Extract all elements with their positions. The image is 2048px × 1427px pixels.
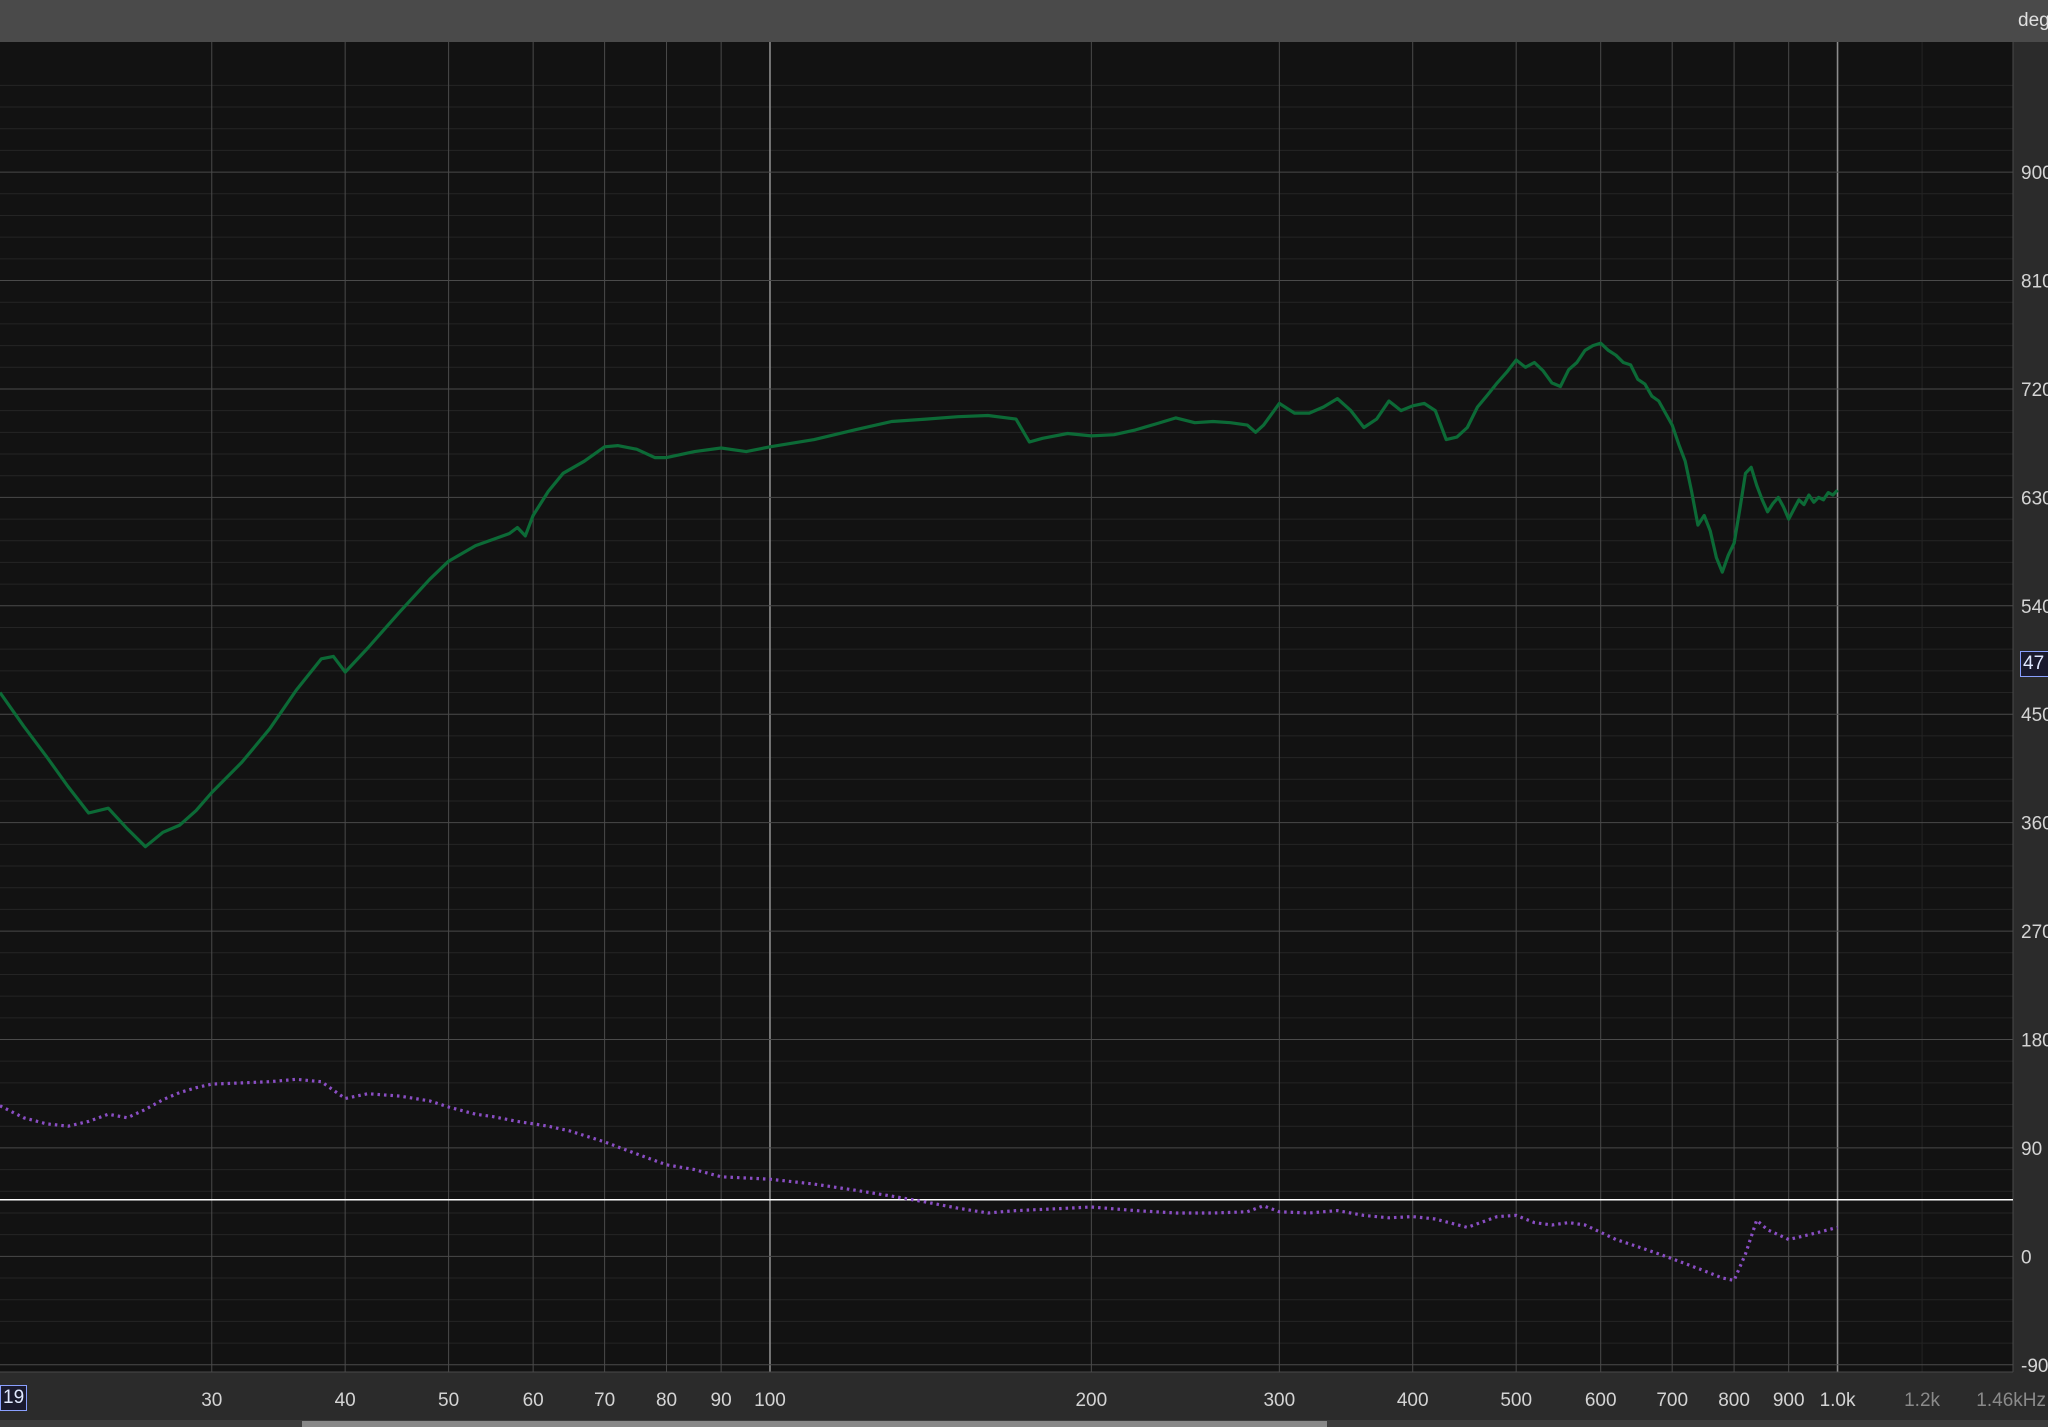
- y-tick-label: 540: [2021, 597, 2048, 618]
- x-tick-label: 100: [754, 1390, 786, 1411]
- y-tick-label: 450: [2021, 705, 2048, 726]
- x-tick-label: 1.46kHz: [1976, 1390, 2046, 1411]
- x-tick-label: 200: [1075, 1390, 1107, 1411]
- x-tick-label: 1.2k: [1904, 1390, 1940, 1411]
- y-tick-label: 0: [2021, 1247, 2032, 1268]
- y-tick-label: 810: [2021, 272, 2048, 293]
- y-tick-label: 360: [2021, 814, 2048, 835]
- y-axis-tick-labels: 900810720630540450360270180900-90: [2021, 163, 2048, 1377]
- frequency-plot[interactable]: 30 40 50 60 70 80 90 100 200 300 400 500 600 700 800 90…: [0, 0, 2048, 1427]
- x-tick-label: 90: [711, 1390, 732, 1411]
- y-tick-label: 180: [2021, 1031, 2048, 1052]
- x-tick-label: 800: [1718, 1390, 1750, 1411]
- y-tick-label: 900: [2021, 163, 2048, 184]
- y-axis-unit-label: deg: [2018, 10, 2048, 31]
- x-tick-label: 40: [335, 1390, 356, 1411]
- y-tick-label: 720: [2021, 380, 2048, 401]
- x-axis-tick-labels: 30 40 50 60 70 80 90 100 200 300 400 500 600 700 800 90…: [201, 1390, 2046, 1411]
- x-tick-label: 400: [1397, 1390, 1429, 1411]
- x-tick-label: 600: [1585, 1390, 1617, 1411]
- y-tick-label: 630: [2021, 488, 2048, 509]
- x-tick-label: 700: [1656, 1390, 1688, 1411]
- x-tick-label: 500: [1500, 1390, 1532, 1411]
- y-tick-label: 90: [2021, 1139, 2042, 1160]
- y-tick-label: 270: [2021, 922, 2048, 943]
- cursor-y-readout: 47: [2020, 651, 2048, 677]
- x-tick-label: 1.0k: [1820, 1390, 1856, 1411]
- x-tick-label: 900: [1773, 1390, 1805, 1411]
- x-tick-label: 80: [656, 1390, 677, 1411]
- x-tick-label: 300: [1263, 1390, 1295, 1411]
- y-tick-label: -90: [2021, 1356, 2048, 1377]
- x-tick-label: 50: [438, 1390, 459, 1411]
- scrollbar-thumb[interactable]: [302, 1421, 1327, 1427]
- cursor-x-readout: 19: [0, 1385, 28, 1411]
- x-tick-label: 30: [201, 1390, 222, 1411]
- x-tick-label: 70: [594, 1390, 615, 1411]
- plot-area[interactable]: [0, 42, 2013, 1372]
- x-tick-label: 60: [523, 1390, 544, 1411]
